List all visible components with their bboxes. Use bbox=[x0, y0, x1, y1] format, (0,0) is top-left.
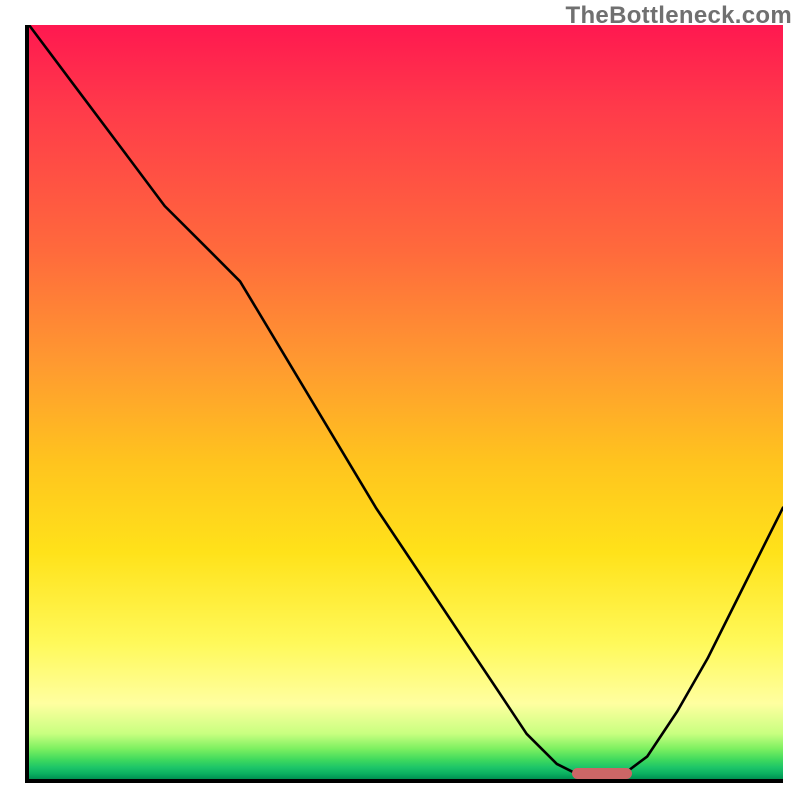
chart-frame: TheBottleneck.com bbox=[0, 0, 800, 800]
bottleneck-curve bbox=[29, 25, 783, 779]
watermark-text: TheBottleneck.com bbox=[566, 2, 792, 30]
optimal-range-marker bbox=[572, 768, 632, 779]
plot-area bbox=[25, 25, 783, 783]
